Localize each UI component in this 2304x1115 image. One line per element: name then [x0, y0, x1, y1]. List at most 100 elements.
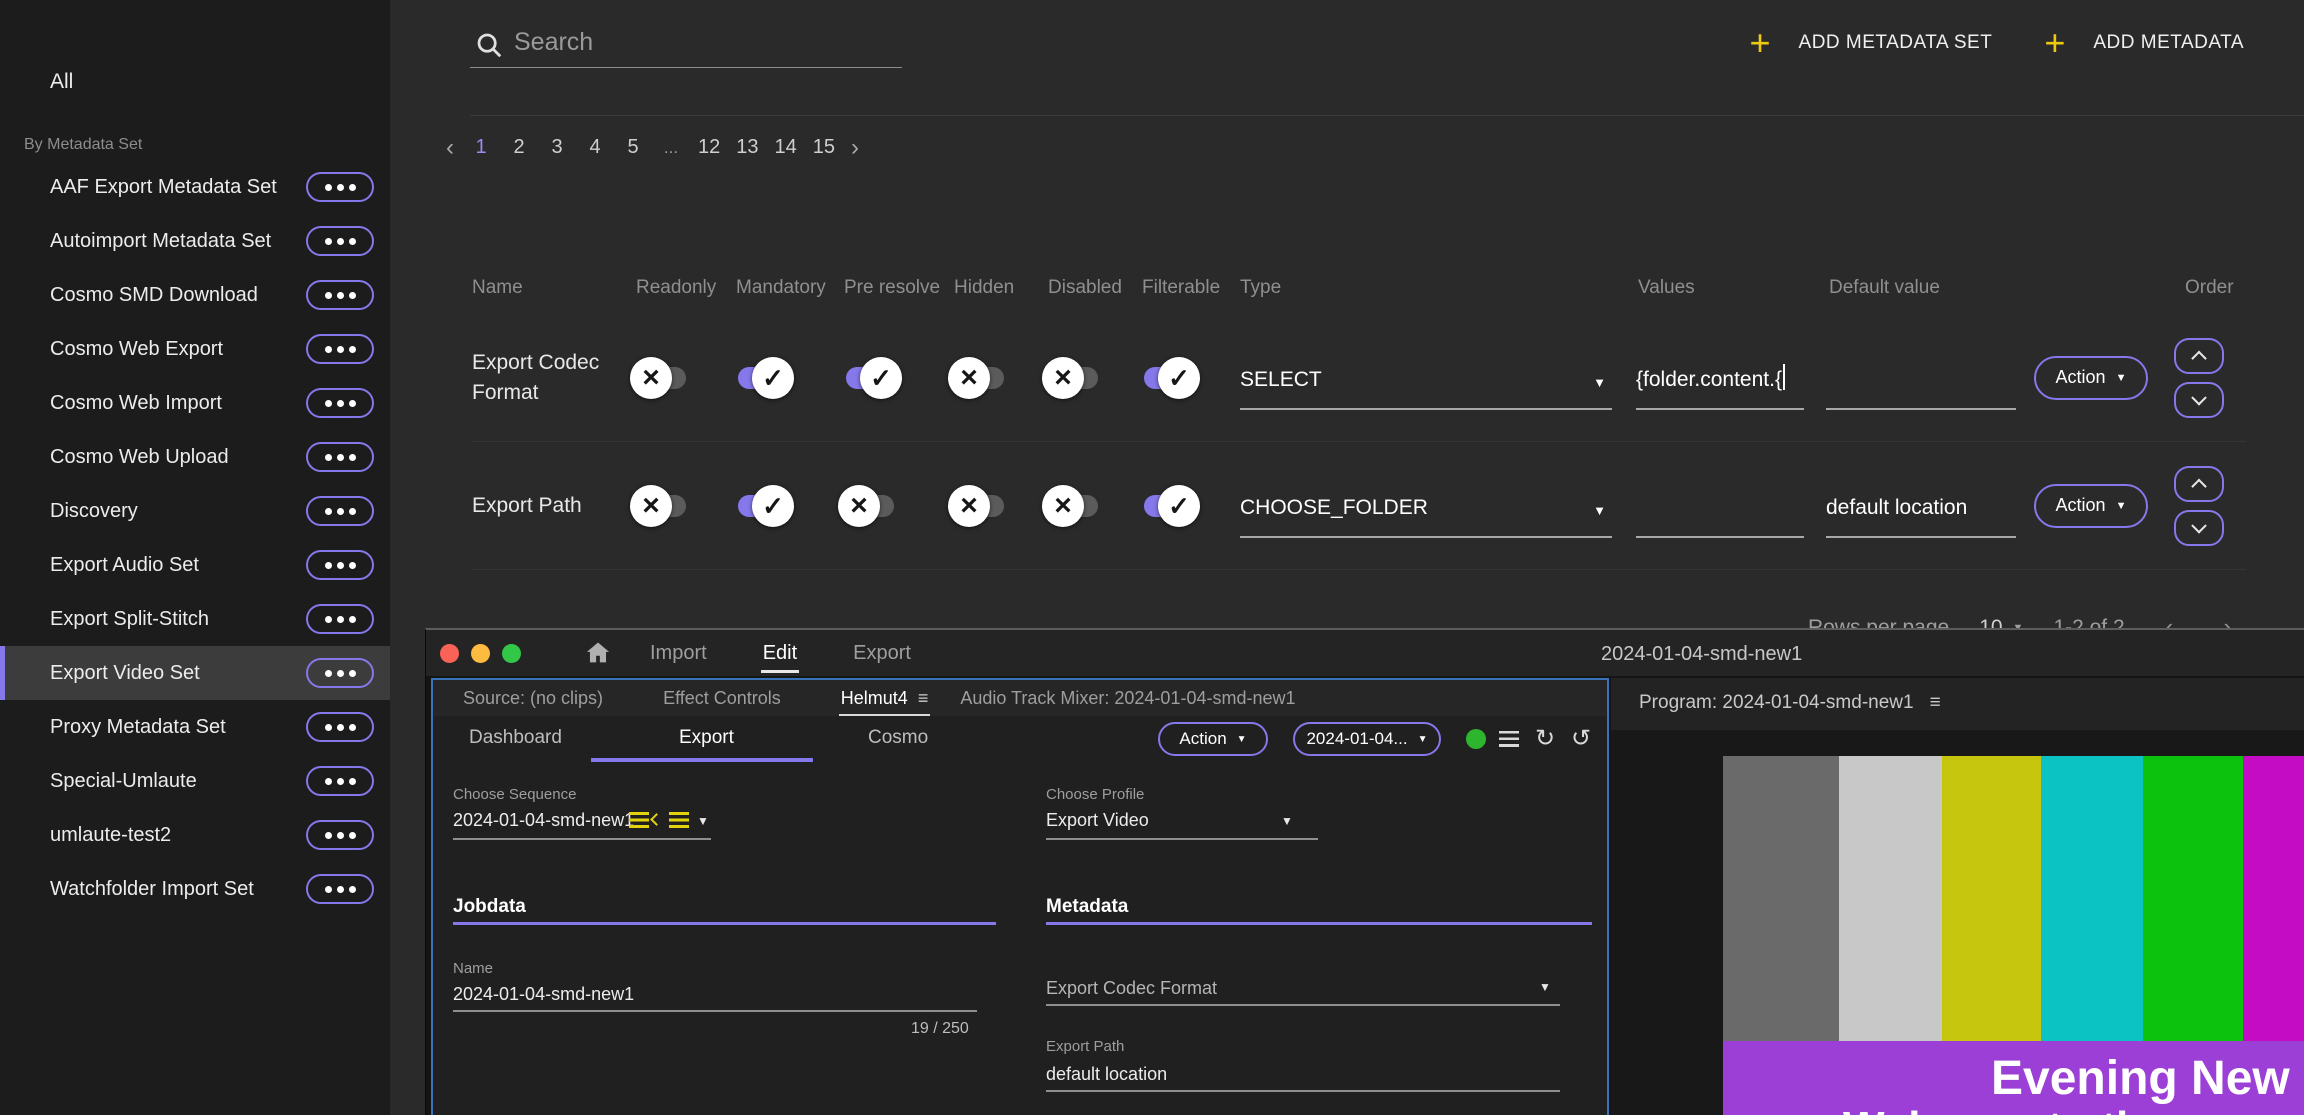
move-down-button[interactable]	[2174, 382, 2224, 418]
next-page-icon[interactable]: ›	[851, 138, 859, 158]
tab-source[interactable]: Source: (no clips)	[463, 680, 603, 716]
tab-import[interactable]: Import	[648, 632, 709, 675]
name-input[interactable]: 2024-01-04-smd-new1	[453, 984, 634, 1005]
item-menu-button[interactable]	[306, 388, 374, 418]
item-menu-button[interactable]	[306, 658, 374, 688]
default-value-input[interactable]: default location	[1826, 474, 2016, 538]
toggle-disabled[interactable]	[1042, 357, 1102, 399]
sidebar-item[interactable]: Discovery	[0, 484, 390, 538]
sidebar-item[interactable]: Cosmo Web Import	[0, 376, 390, 430]
move-down-button[interactable]	[2174, 510, 2224, 546]
item-menu-button[interactable]	[306, 172, 374, 202]
sidebar-item-all[interactable]: All	[50, 70, 73, 94]
dropdown-arrow-icon[interactable]: ▼	[1539, 980, 1551, 994]
add-metadata-set-button[interactable]: + ADD METADATA SET	[1750, 28, 1993, 58]
item-menu-button[interactable]	[306, 604, 374, 634]
dropdown-arrow-icon[interactable]: ▼	[697, 814, 709, 828]
tab-helmut4[interactable]: Helmut4 ≡	[841, 680, 929, 716]
field-name: Export Codec Format	[472, 348, 636, 408]
action-button[interactable]: Action ▼	[2034, 356, 2148, 400]
add-metadata-button[interactable]: + ADD METADATA	[2044, 28, 2244, 58]
move-up-button[interactable]	[2174, 466, 2224, 502]
codec-select[interactable]: Export Codec Format	[1046, 978, 1217, 999]
toggle-readonly[interactable]	[630, 357, 690, 399]
toggle-pre-resolve[interactable]	[838, 357, 898, 399]
values-input[interactable]: {folder.content.{	[1636, 346, 1804, 410]
toggle-hidden[interactable]	[948, 357, 1008, 399]
toggle-filterable[interactable]	[1136, 485, 1196, 527]
item-menu-button[interactable]	[306, 874, 374, 904]
panel-menu-icon[interactable]: ≡	[1930, 692, 1941, 714]
toggle-disabled[interactable]	[1042, 485, 1102, 527]
tab-export[interactable]: Export	[851, 632, 913, 675]
page-number[interactable]: 2	[508, 136, 530, 159]
item-menu-button[interactable]	[306, 280, 374, 310]
item-menu-button[interactable]	[306, 766, 374, 796]
search-input[interactable]	[514, 24, 894, 60]
minimize-window-icon[interactable]	[471, 644, 490, 663]
item-menu-button[interactable]	[306, 226, 374, 256]
sidebar-item[interactable]: Export Audio Set	[0, 538, 390, 592]
type-select[interactable]: SELECT ▼	[1240, 346, 1612, 410]
toggle-readonly[interactable]	[630, 485, 690, 527]
panel-menu-icon[interactable]: ≡	[918, 688, 929, 709]
maximize-window-icon[interactable]	[502, 644, 521, 663]
sidebar-item[interactable]: umlaute-test2	[0, 808, 390, 862]
menu-icon[interactable]	[1499, 731, 1519, 747]
toggle-pre-resolve[interactable]	[838, 485, 898, 527]
default-value-input[interactable]	[1826, 346, 2016, 410]
field-name: Export Path	[472, 491, 636, 521]
page-number[interactable]: 15	[813, 136, 835, 159]
page-number[interactable]: 12	[698, 136, 720, 159]
type-select[interactable]: CHOOSE_FOLDER ▼	[1240, 474, 1612, 538]
item-menu-button[interactable]	[306, 820, 374, 850]
sequence-menu-icon[interactable]	[669, 812, 689, 828]
tab-dashboard[interactable]: Dashboard	[469, 716, 562, 760]
page-number[interactable]: 5	[622, 136, 644, 159]
sidebar-item-label: Cosmo Web Export	[50, 338, 306, 361]
tab-export-helmut[interactable]: Export	[679, 716, 734, 760]
tab-cosmo[interactable]: Cosmo	[868, 716, 928, 760]
sequence-icon[interactable]	[629, 812, 649, 828]
sidebar-item[interactable]: Export Video Set	[0, 646, 390, 700]
sidebar-item[interactable]: Export Split-Stitch	[0, 592, 390, 646]
page-number[interactable]: 3	[546, 136, 568, 159]
toggle-filterable[interactable]	[1136, 357, 1196, 399]
close-window-icon[interactable]	[440, 644, 459, 663]
values-input[interactable]	[1636, 474, 1804, 538]
toggle-mandatory[interactable]	[730, 357, 790, 399]
action-dropdown[interactable]: Action ▼	[1158, 722, 1268, 756]
item-menu-button[interactable]	[306, 550, 374, 580]
item-menu-button[interactable]	[306, 496, 374, 526]
sync-icon[interactable]: ↺	[1571, 727, 1591, 751]
sidebar-item[interactable]: Cosmo Web Upload	[0, 430, 390, 484]
sidebar-item[interactable]: Special-Umlaute	[0, 754, 390, 808]
page-number[interactable]: 14	[775, 136, 797, 159]
item-menu-button[interactable]	[306, 712, 374, 742]
sidebar-item[interactable]: Cosmo Web Export	[0, 322, 390, 376]
page-number[interactable]: 13	[736, 136, 758, 159]
item-menu-button[interactable]	[306, 334, 374, 364]
toggle-hidden[interactable]	[948, 485, 1008, 527]
item-menu-button[interactable]	[306, 442, 374, 472]
tab-effect-controls[interactable]: Effect Controls	[663, 680, 781, 716]
page-number[interactable]: 1	[470, 136, 492, 159]
prev-page-icon[interactable]: ‹	[446, 138, 454, 158]
sidebar-item[interactable]: Proxy Metadata Set	[0, 700, 390, 754]
home-icon[interactable]	[584, 639, 612, 667]
sidebar-item[interactable]: Autoimport Metadata Set	[0, 214, 390, 268]
sidebar-item[interactable]: Cosmo SMD Download	[0, 268, 390, 322]
page-number[interactable]: 4	[584, 136, 606, 159]
date-dropdown[interactable]: 2024-01-04... ▼	[1293, 722, 1441, 756]
action-button[interactable]: Action ▼	[2034, 484, 2148, 528]
dropdown-arrow-icon[interactable]: ▼	[1281, 814, 1293, 828]
sidebar-item[interactable]: AAF Export Metadata Set	[0, 160, 390, 214]
window-titlebar[interactable]: Import Edit Export 2024-01-04-smd-new1	[426, 630, 2304, 676]
toggle-mandatory[interactable]	[730, 485, 790, 527]
sidebar-item[interactable]: Watchfolder Import Set	[0, 862, 390, 916]
tab-edit[interactable]: Edit	[761, 632, 799, 675]
export-path-input[interactable]: default location	[1046, 1064, 1167, 1085]
move-up-button[interactable]	[2174, 338, 2224, 374]
tab-audio-track-mixer[interactable]: Audio Track Mixer: 2024-01-04-smd-new1	[960, 680, 1295, 716]
refresh-icon[interactable]: ↻	[1535, 727, 1555, 751]
